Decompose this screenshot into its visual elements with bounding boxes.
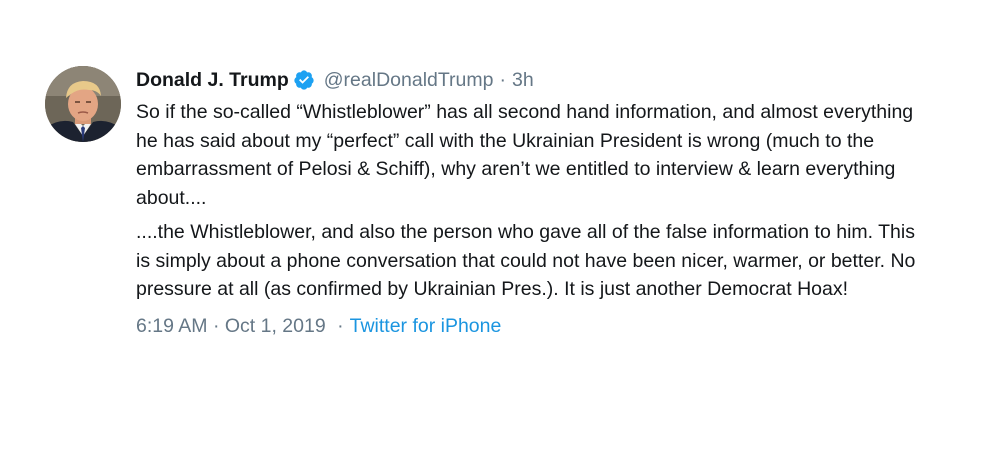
relative-time[interactable]: 3h <box>512 69 534 92</box>
tweet-text-paragraph-1: So if the so-called “Whistleblower” has … <box>136 101 914 209</box>
avatar[interactable] <box>45 66 121 142</box>
meta-separator: · <box>337 314 344 337</box>
author-handle[interactable]: @realDonaldTrump <box>324 69 494 92</box>
tweet-timestamp[interactable]: 6:19 AM · Oct 1, 2019 <box>136 315 326 337</box>
author-name[interactable]: Donald J. Trump <box>136 69 289 92</box>
tweet-content: Donald J. Trump @realDonaldTrump · 3h So… <box>136 62 936 338</box>
tweet-header: Donald J. Trump @realDonaldTrump · 3h <box>136 62 936 98</box>
verified-badge-icon <box>293 69 315 91</box>
tweet-meta: 6:19 AM · Oct 1, 2019 · Twitter for iPhon… <box>136 315 936 338</box>
profile-photo <box>45 66 121 142</box>
header-separator: · <box>499 68 507 91</box>
tweet-text-paragraph-2: ....the Whistleblower, and also the pers… <box>136 221 916 300</box>
source-link[interactable]: Twitter for iPhone <box>350 315 502 337</box>
